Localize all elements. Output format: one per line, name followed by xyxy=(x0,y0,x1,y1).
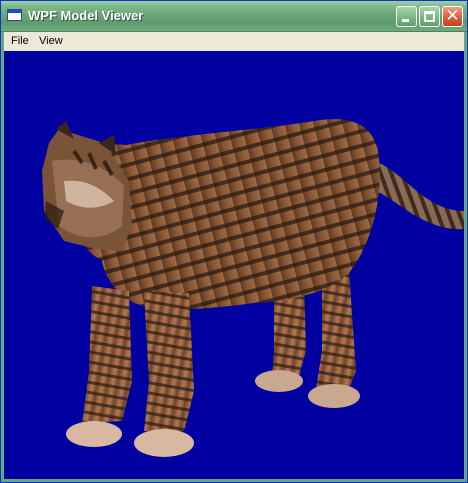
tiger-front-leg-right xyxy=(144,291,194,431)
minimize-icon xyxy=(402,19,409,22)
tiger-front-leg-left xyxy=(82,286,132,423)
tiger-back-paw-right xyxy=(308,384,360,408)
maximize-icon xyxy=(424,11,435,22)
app-window: WPF Model Viewer ✕ File View xyxy=(0,0,468,483)
tiger-front-paw-right xyxy=(134,429,194,457)
window-title: WPF Model Viewer xyxy=(28,8,144,23)
tiger-back-paw-left xyxy=(255,370,303,392)
menu-bar: File View xyxy=(4,32,464,51)
tiger-model xyxy=(42,119,464,457)
tiger-tail xyxy=(374,161,464,230)
menu-view[interactable]: View xyxy=(39,35,63,47)
close-icon: ✕ xyxy=(445,6,460,26)
window-frame-bottom xyxy=(1,479,467,482)
close-button[interactable]: ✕ xyxy=(442,6,463,27)
app-icon[interactable] xyxy=(7,9,22,21)
tiger-front-paw-left xyxy=(66,421,122,447)
menu-file[interactable]: File xyxy=(11,35,29,47)
maximize-button[interactable] xyxy=(419,6,440,27)
3d-viewport[interactable] xyxy=(4,51,464,479)
window-frame-right xyxy=(464,32,467,482)
title-bar[interactable]: WPF Model Viewer ✕ xyxy=(1,1,467,32)
minimize-button[interactable] xyxy=(396,6,417,27)
